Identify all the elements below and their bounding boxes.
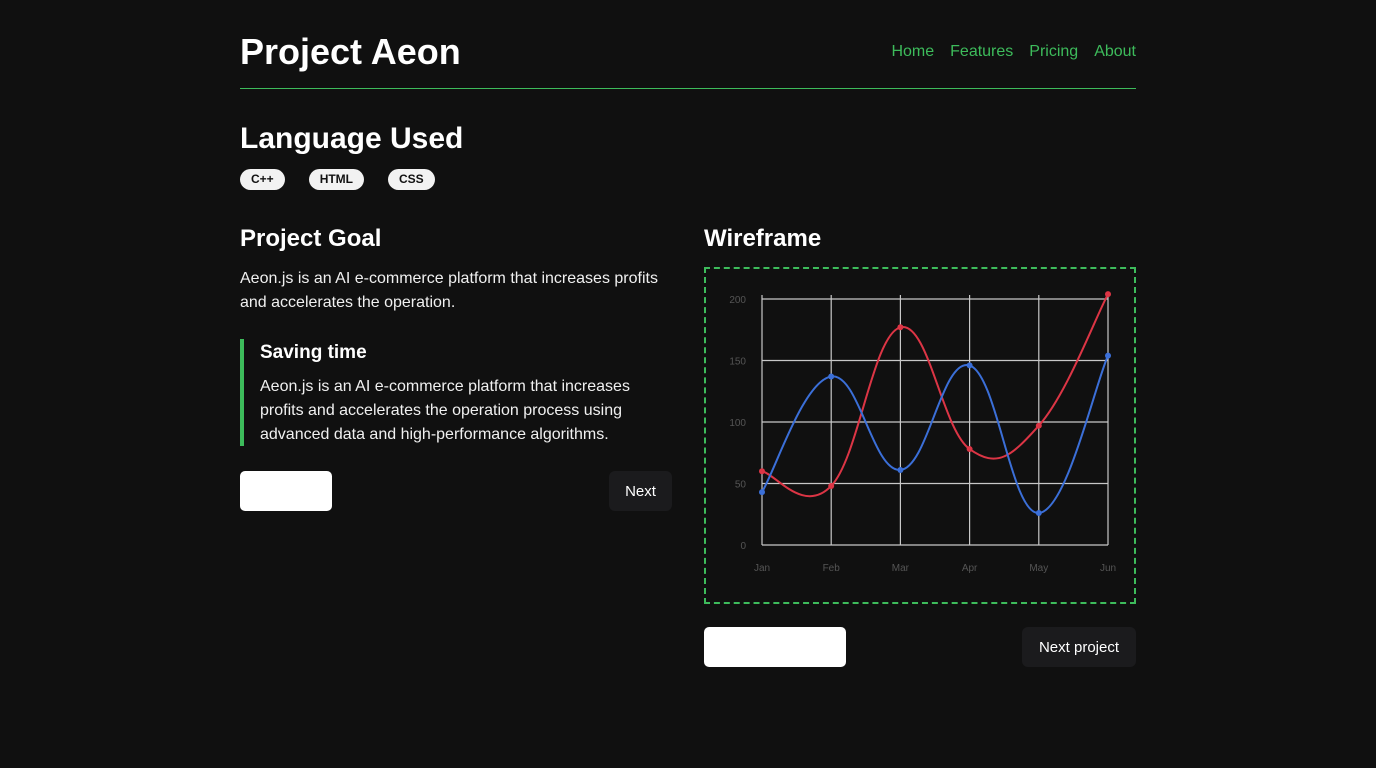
nav-features-link[interactable]: Features	[950, 41, 1013, 63]
data-point	[828, 482, 835, 489]
saving-time-quote: Saving time Aeon.js is an AI e-commerce …	[240, 339, 672, 446]
data-point	[1035, 510, 1042, 517]
wireframe-section: Wireframe 0 50 100 150 200 Jan Feb Mar Apr May Jun…	[704, 224, 1136, 667]
language-tag-css: CSS	[388, 169, 435, 190]
series-line-1	[761, 293, 1109, 498]
data-point	[759, 468, 765, 475]
data-point	[966, 446, 973, 453]
site-header: Project Aeon Home Features Pricing About	[240, 30, 1136, 89]
y-tick-label: 200	[729, 295, 746, 306]
previous-project-button[interactable]	[704, 627, 846, 667]
y-tick-label: 100	[729, 418, 746, 429]
x-tick-label: Apr	[962, 563, 978, 574]
line-chart: 0 50 100 150 200 Jan Feb Mar Apr May Jun	[729, 291, 1116, 574]
language-tag-cpp: C++	[240, 169, 285, 190]
project-goal-section: Project Goal Aeon.js is an AI e-commerce…	[240, 224, 672, 511]
data-point	[1105, 291, 1111, 298]
language-tag-html: HTML	[308, 169, 365, 190]
wireframe-title: Wireframe	[704, 225, 822, 252]
x-tick-label: Jan	[754, 563, 770, 574]
wireframe-chart: 0 50 100 150 200 Jan Feb Mar Apr May Jun	[704, 267, 1136, 604]
x-tick-label: Feb	[823, 563, 841, 574]
data-point	[897, 466, 904, 473]
previous-button[interactable]	[240, 471, 332, 511]
quote-text: Aeon.js is an AI e-commerce platform tha…	[260, 378, 630, 443]
y-tick-label: 150	[729, 357, 746, 368]
x-tick-label: May	[1029, 563, 1048, 574]
data-point	[759, 489, 765, 496]
site-title: Project Aeon	[240, 31, 461, 72]
project-goal-text: Aeon.js is an AI e-commerce platform tha…	[240, 270, 658, 311]
next-project-button[interactable]: Next project	[1022, 627, 1136, 667]
project-goal-title: Project Goal	[240, 225, 382, 252]
languages-title: Language Used	[240, 122, 464, 155]
main-nav: Home Features Pricing About	[891, 41, 1136, 63]
data-point	[828, 373, 835, 380]
y-tick-label: 0	[740, 541, 746, 552]
y-tick-label: 50	[735, 480, 747, 491]
quote-title: Saving time	[260, 342, 367, 363]
data-point	[897, 324, 904, 331]
data-point	[1105, 352, 1111, 359]
data-point	[1035, 422, 1042, 429]
language-tags: C++ HTML CSS	[240, 169, 435, 190]
next-button[interactable]: Next	[609, 471, 672, 511]
data-point	[966, 362, 973, 369]
x-tick-label: Jun	[1100, 563, 1116, 574]
nav-about-link[interactable]: About	[1094, 41, 1136, 63]
x-tick-label: Mar	[892, 563, 910, 574]
nav-pricing-link[interactable]: Pricing	[1029, 41, 1078, 63]
nav-home-link[interactable]: Home	[891, 41, 934, 63]
